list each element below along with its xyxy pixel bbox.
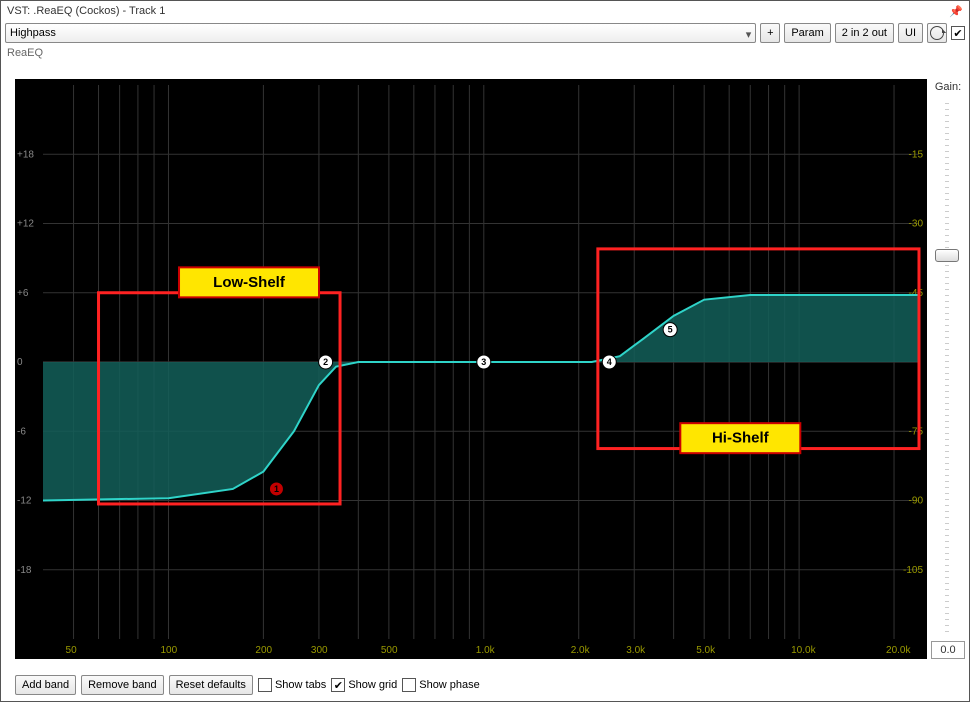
svg-text:Low-Shelf: Low-Shelf	[213, 274, 286, 291]
svg-text:2: 2	[323, 357, 328, 367]
add-preset-button[interactable]: +	[760, 23, 780, 43]
svg-text:100: 100	[160, 645, 177, 656]
svg-text:10.0k: 10.0k	[791, 645, 816, 656]
gain-slider-track	[945, 103, 949, 633]
eq-canvas[interactable]: -18-12-60+6+12+18-45-30-15-75-90-1055010…	[15, 79, 927, 659]
show-phase-checkbox[interactable]	[402, 678, 416, 692]
reset-defaults-button[interactable]: Reset defaults	[169, 675, 253, 695]
gain-slider-thumb[interactable]	[935, 249, 959, 262]
pin-icon[interactable]: 📌	[949, 5, 963, 18]
enable-checkbox[interactable]	[951, 26, 965, 40]
show-grid-label: Show grid	[348, 679, 397, 691]
plugin-name-label: ReaEQ	[1, 45, 969, 61]
svg-text:-90: -90	[909, 496, 924, 507]
show-phase-label: Show phase	[419, 679, 480, 691]
svg-text:-18: -18	[17, 565, 32, 576]
svg-text:0: 0	[17, 357, 23, 368]
svg-text:+12: +12	[17, 219, 34, 230]
svg-text:3.0k: 3.0k	[626, 645, 646, 656]
svg-text:500: 500	[381, 645, 398, 656]
svg-text:5: 5	[668, 325, 673, 335]
svg-text:3: 3	[481, 357, 486, 367]
ui-button[interactable]: UI	[898, 23, 923, 43]
show-tabs-checkbox[interactable]	[258, 678, 272, 692]
svg-text:5.0k: 5.0k	[696, 645, 716, 656]
svg-text:-30: -30	[909, 219, 924, 230]
window-title: VST: .ReaEQ (Cockos) - Track 1	[7, 5, 165, 17]
svg-text:-6: -6	[17, 426, 26, 437]
remove-band-button[interactable]: Remove band	[81, 675, 164, 695]
svg-text:4: 4	[607, 357, 612, 367]
gain-readout[interactable]: 0.0	[931, 641, 965, 659]
svg-text:1: 1	[274, 484, 279, 494]
gain-panel: Gain: 0.0	[929, 79, 967, 659]
svg-text:50: 50	[66, 645, 78, 656]
eq-plot[interactable]: -18-12-60+6+12+18-45-30-15-75-90-1055010…	[15, 79, 927, 659]
svg-text:300: 300	[311, 645, 328, 656]
svg-text:-105: -105	[903, 565, 923, 576]
svg-text:1.0k: 1.0k	[476, 645, 496, 656]
show-tabs-label: Show tabs	[275, 679, 326, 691]
param-button[interactable]: Param	[784, 23, 830, 43]
show-grid-checkbox[interactable]	[331, 678, 345, 692]
svg-text:20.0k: 20.0k	[886, 645, 911, 656]
loop-icon	[930, 26, 944, 40]
preset-select[interactable]: Highpass	[5, 23, 756, 43]
add-band-button[interactable]: Add band	[15, 675, 76, 695]
bottom-toolbar: Add band Remove band Reset defaults Show…	[15, 673, 480, 697]
svg-text:+6: +6	[17, 288, 29, 299]
svg-text:2.0k: 2.0k	[571, 645, 591, 656]
gain-label: Gain:	[929, 79, 967, 93]
bypass-loop-button[interactable]	[927, 23, 947, 43]
svg-text:-75: -75	[909, 426, 924, 437]
svg-text:-12: -12	[17, 496, 32, 507]
svg-text:+18: +18	[17, 149, 34, 160]
svg-text:-15: -15	[909, 149, 924, 160]
svg-text:200: 200	[255, 645, 272, 656]
io-button[interactable]: 2 in 2 out	[835, 23, 894, 43]
svg-text:Hi-Shelf: Hi-Shelf	[712, 430, 770, 447]
